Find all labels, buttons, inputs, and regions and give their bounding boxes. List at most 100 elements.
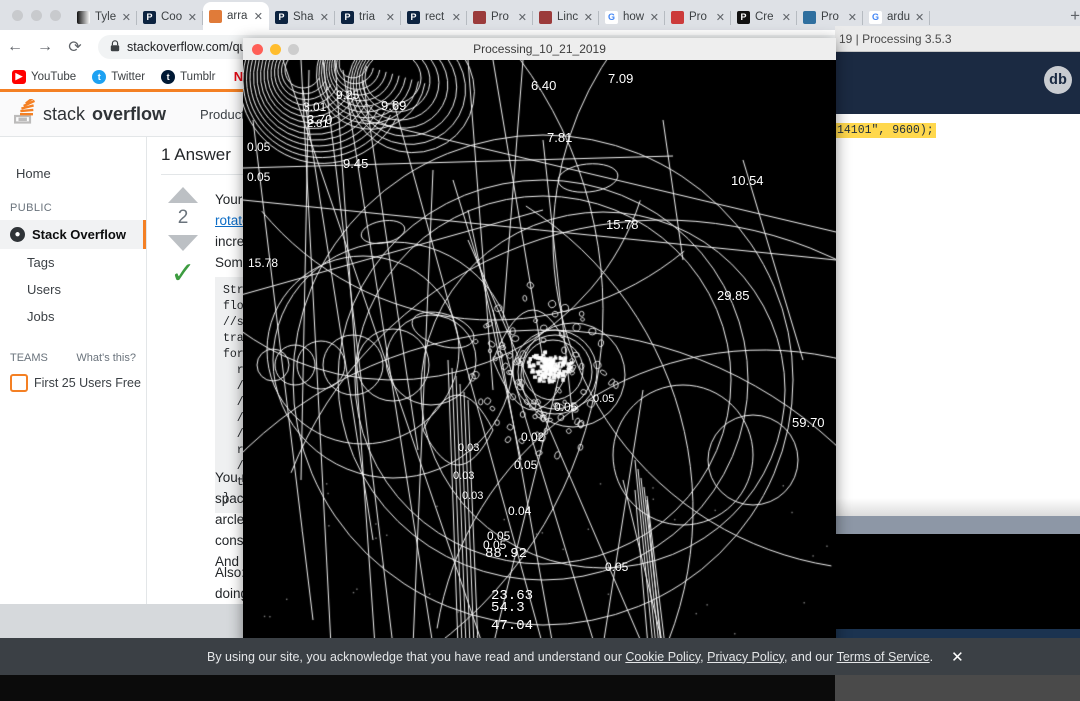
browser-tab-label: Tyle (95, 11, 117, 23)
teams-icon (10, 374, 28, 392)
tab-close-icon[interactable]: ✕ (848, 11, 857, 24)
sidebar-teams-header-row: TEAMS What's this? (0, 330, 146, 368)
youtube-icon: ▶ (12, 70, 26, 84)
browser-tab-label: Cre (755, 11, 777, 23)
tab-close-icon[interactable]: ✕ (320, 11, 329, 24)
tab-close-icon[interactable]: ✕ (716, 11, 725, 24)
sketch-canvas[interactable] (243, 60, 836, 646)
terms-of-service-link[interactable]: Terms of Service (837, 650, 930, 664)
chrome-zoom-button[interactable] (50, 10, 61, 21)
browser-tab[interactable]: P Cre ✕ (731, 4, 797, 30)
browser-tab-label: rect (425, 11, 447, 23)
tab-close-icon[interactable]: ✕ (650, 11, 659, 24)
sidebar-item-home[interactable]: Home (0, 159, 146, 188)
bookmark-item[interactable]: ▶ YouTube (12, 70, 76, 84)
globe-icon (803, 11, 816, 24)
privacy-policy-link[interactable]: Privacy Policy (707, 650, 784, 664)
browser-tab[interactable]: Prect ✕ (401, 4, 467, 30)
browser-tab[interactable]: Pro ✕ (665, 4, 731, 30)
processing-debug-icon[interactable]: db (1044, 66, 1072, 94)
processing-icon: P (407, 11, 420, 24)
tab-close-icon[interactable]: ✕ (386, 11, 395, 24)
browser-tab[interactable]: Ptria ✕ (335, 4, 401, 30)
new-tab-button[interactable]: + (1070, 6, 1080, 26)
processing-icon: P (143, 11, 156, 24)
processing-icon: P (737, 11, 750, 24)
sidebar-item-teams-trial[interactable]: First 25 Users Free (0, 368, 146, 392)
processing-icon: P (341, 11, 354, 24)
tab-close-icon[interactable]: ✕ (122, 11, 131, 24)
sidebar-item-label: Stack Overflow (32, 227, 126, 242)
sidebar-item-tags[interactable]: Tags (0, 249, 146, 276)
tumblr-icon: t (161, 70, 175, 84)
tab-close-icon[interactable]: ✕ (452, 11, 461, 24)
so-logo-icon (14, 99, 36, 129)
browser-tab-label: Linc (557, 11, 579, 23)
browser-tab-label: tria (359, 11, 381, 23)
browser-tab[interactable]: P Sha ✕ (269, 4, 335, 30)
sidebar-teams-header: TEAMS (10, 352, 48, 364)
cookie-banner-text: By using our site, you acknowledge that … (207, 650, 933, 664)
sidebar-item-label: First 25 Users Free (34, 376, 141, 390)
sidebar-item-stack-overflow[interactable]: ● Stack Overflow (0, 220, 146, 249)
ide-code-highlighted-snippet: 14101", 9600); (835, 123, 936, 138)
browser-tab[interactable]: arra ✕ (203, 2, 269, 30)
chrome-window-buttons[interactable] (12, 10, 61, 21)
ide-titlebar: 19 | Processing 3.5.3 (835, 26, 1080, 52)
bookmark-item[interactable]: t Tumblr (161, 70, 215, 84)
processing-icon: P (275, 11, 288, 24)
tab-close-icon[interactable]: ✕ (782, 11, 791, 24)
sidebar-item-jobs[interactable]: Jobs (0, 303, 146, 330)
browser-tab-label: arra (227, 10, 249, 22)
sketch-canvas-area[interactable]: 15.78 0.05 0.05 3.01 2.81 3.70 9.45 9.25 9.69 6.4… (243, 60, 836, 646)
java-icon (209, 10, 222, 23)
sidebar-item-users[interactable]: Users (0, 276, 146, 303)
vote-count: 2 (161, 207, 205, 229)
browser-tab-label: how (623, 11, 645, 23)
browser-tab[interactable]: Linc ✕ (533, 4, 599, 30)
ide-editor-blank[interactable] (835, 214, 1080, 512)
downvote-button[interactable] (168, 235, 198, 251)
upvote-button[interactable] (168, 187, 198, 203)
cookie-text-suffix: . (930, 650, 933, 664)
cookie-consent-banner: By using our site, you acknowledge that … (0, 638, 1080, 675)
bookmark-label: YouTube (31, 71, 76, 83)
image-icon (671, 11, 684, 24)
browser-tab[interactable]: Ghow ✕ (599, 4, 665, 30)
chrome-close-button[interactable] (12, 10, 23, 21)
bookmark-label: Tumblr (180, 71, 215, 83)
check-icon[interactable]: ✓ (161, 259, 205, 289)
chrome-minimize-button[interactable] (31, 10, 42, 21)
browser-tab[interactable]: Pro ✕ (467, 4, 533, 30)
forward-button[interactable]: → (30, 38, 60, 56)
so-logo[interactable]: stack overflow (14, 99, 166, 129)
browser-tab[interactable]: P Coo ✕ (137, 4, 203, 30)
back-button[interactable]: ← (0, 38, 30, 56)
close-icon[interactable]: ✕ (951, 648, 964, 666)
ide-splitter[interactable] (835, 516, 1080, 534)
globe-icon: ● (10, 227, 25, 242)
cookie-policy-link[interactable]: Cookie Policy (625, 650, 700, 664)
browser-tab-label: Pro (491, 11, 513, 23)
reload-button[interactable]: ⟳ (60, 37, 90, 57)
tab-close-icon[interactable]: ✕ (254, 10, 263, 23)
ide-title-text: 19 | Processing 3.5.3 (839, 32, 952, 46)
tab-close-icon[interactable]: ✕ (915, 11, 924, 24)
cookie-sep-2: , and our (784, 650, 837, 664)
processing-ide-window: 19 | Processing 3.5.3 db 14101", 9600); (835, 26, 1080, 675)
browser-tab-label: Pro (689, 11, 711, 23)
sketch-titlebar[interactable]: Processing_10_21_2019 (243, 38, 836, 61)
ide-code-area[interactable]: 14101", 9600); (835, 114, 1080, 220)
ide-editor-gradient (835, 498, 1080, 516)
so-logo-text-light: stack (43, 104, 85, 125)
gradient-icon (77, 11, 90, 24)
tab-close-icon[interactable]: ✕ (584, 11, 593, 24)
browser-tab[interactable]: Tyle ✕ (71, 4, 137, 30)
tab-close-icon[interactable]: ✕ (518, 11, 527, 24)
red-circle-icon (473, 11, 486, 24)
browser-tab-label: ardu (887, 11, 910, 23)
sidebar-teams-help-link[interactable]: What's this? (76, 352, 136, 364)
processing-sketch-window: Processing_10_21_2019 15.78 0.05 0.05 3.01 2… (243, 38, 836, 646)
bookmark-item[interactable]: t Twitter (92, 70, 145, 84)
tab-close-icon[interactable]: ✕ (188, 11, 197, 24)
